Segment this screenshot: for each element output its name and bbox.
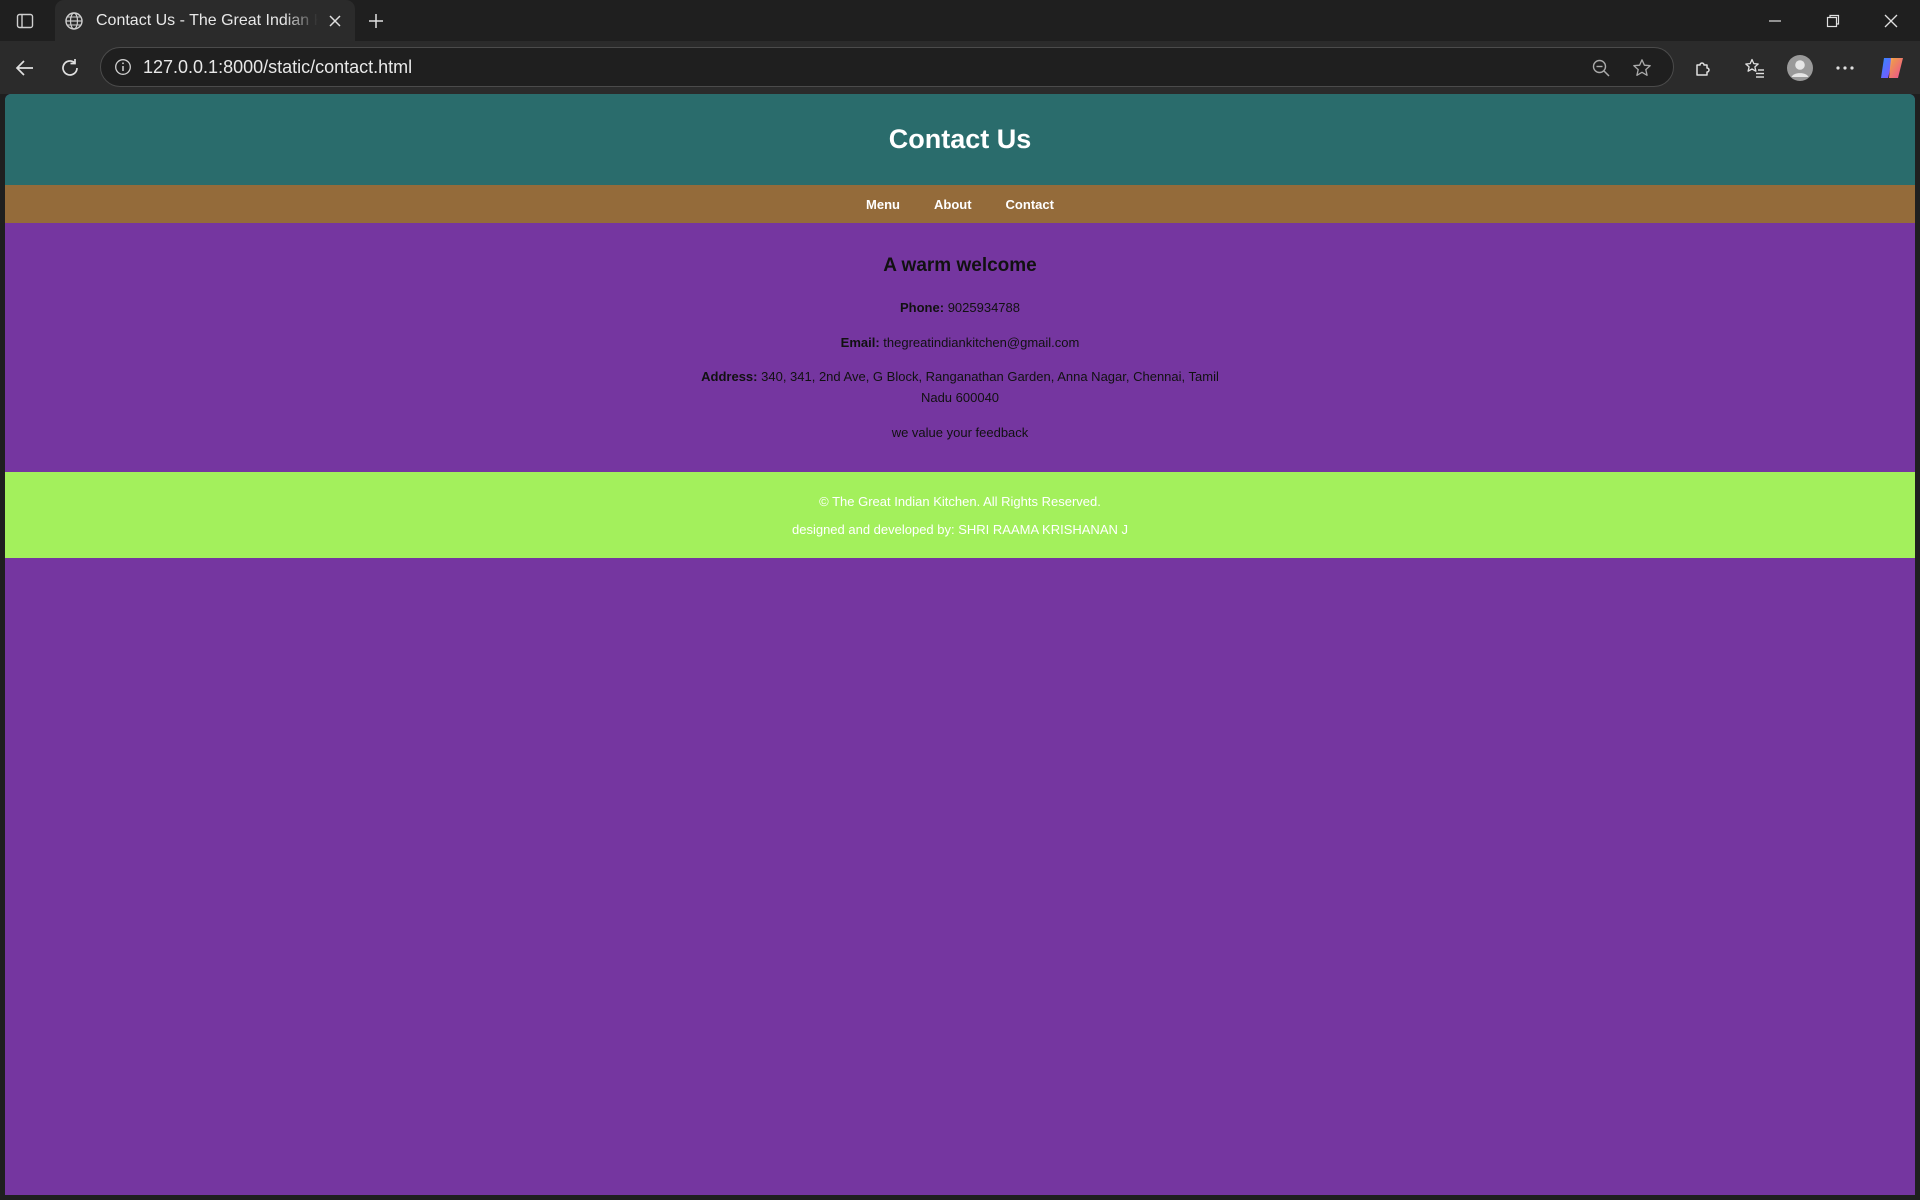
nav-link-contact[interactable]: Contact — [1006, 197, 1054, 212]
address-value: 340, 341, 2nd Ave, G Block, Ranganathan … — [761, 369, 1219, 405]
email-value: thegreatindiankitchen@gmail.com — [883, 335, 1080, 350]
extensions-icon[interactable] — [1689, 53, 1719, 83]
browser-tab-active[interactable]: Contact Us - The Great Indian Kitchen — [55, 0, 355, 41]
browser-toolbar: 127.0.0.1:8000/static/contact.html — [0, 41, 1920, 94]
contact-section: A warm welcome Phone: 9025934788 Email: … — [5, 223, 1915, 472]
email-label: Email: — [840, 335, 880, 350]
email-line: Email: thegreatindiankitchen@gmail.com — [5, 332, 1915, 353]
back-arrow-icon[interactable] — [10, 53, 40, 83]
browser-tab-bar: Contact Us - The Great Indian Kitchen — [0, 0, 1920, 41]
profile-icon[interactable] — [1785, 53, 1815, 83]
footer-copyright: © The Great Indian Kitchen. All Rights R… — [819, 494, 1101, 509]
address-bar[interactable]: 127.0.0.1:8000/static/contact.html — [100, 47, 1674, 87]
site-footer: © The Great Indian Kitchen. All Rights R… — [5, 472, 1915, 558]
refresh-icon[interactable] — [55, 53, 85, 83]
welcome-heading: A warm welcome — [883, 255, 1037, 276]
zoom-out-icon[interactable] — [1589, 56, 1613, 80]
window-close-icon[interactable] — [1862, 0, 1920, 41]
plus-icon[interactable] — [363, 8, 389, 34]
restore-icon[interactable] — [1804, 0, 1862, 41]
globe-icon — [63, 10, 85, 32]
more-icon[interactable] — [1830, 53, 1860, 83]
copilot-icon[interactable] — [1877, 53, 1907, 83]
info-icon[interactable] — [113, 57, 133, 77]
tab-title: Contact Us - The Great Indian Kitchen — [96, 12, 318, 29]
tab-actions-icon[interactable] — [12, 8, 38, 34]
favorites-icon[interactable] — [1740, 53, 1770, 83]
footer-credit: designed and developed by: SHRI RAAMA KR… — [791, 522, 1128, 537]
nav-link-menu[interactable]: Menu — [866, 197, 900, 212]
site-header: Contact Us — [5, 94, 1915, 185]
close-icon[interactable] — [323, 9, 347, 33]
minimize-icon[interactable] — [1746, 0, 1804, 41]
phone-label: Phone: — [900, 300, 945, 315]
url-text[interactable]: 127.0.0.1:8000/static/contact.html — [143, 57, 412, 77]
address-line: Address: 340, 341, 2nd Ave, G Block, Ran… — [685, 366, 1235, 408]
feedback-text: we value your feedback — [891, 425, 1029, 440]
address-label: Address: — [701, 369, 758, 384]
star-icon[interactable] — [1630, 56, 1654, 80]
page-viewport: Contact Us Menu About Contact A warm wel… — [5, 94, 1915, 1195]
phone-line: Phone: 9025934788 — [5, 297, 1915, 318]
page-title: Contact Us — [888, 124, 1032, 154]
site-nav: Menu About Contact — [5, 185, 1915, 223]
phone-value: 9025934788 — [947, 300, 1020, 315]
nav-link-about[interactable]: About — [934, 197, 972, 212]
